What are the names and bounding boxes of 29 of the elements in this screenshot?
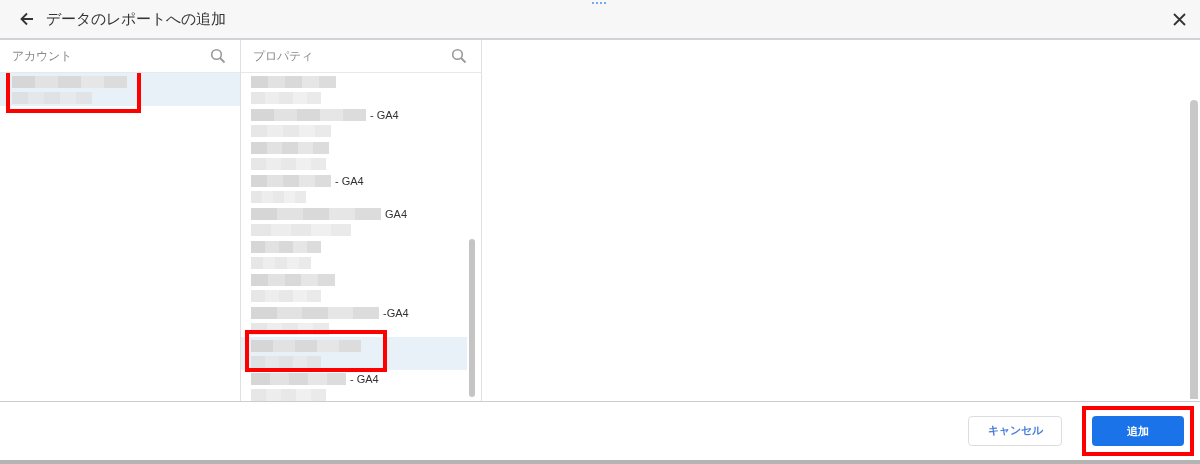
property-item[interactable]: GA4 bbox=[241, 205, 467, 238]
column-header: プロパティ bbox=[253, 47, 313, 65]
property-item[interactable]: - GA4 bbox=[241, 106, 467, 139]
property-item[interactable]: - GA4 bbox=[241, 370, 467, 401]
add-button[interactable]: 追加 bbox=[1092, 416, 1184, 446]
scrollbar[interactable] bbox=[1190, 100, 1198, 399]
redacted-text bbox=[251, 91, 321, 104]
search-icon[interactable] bbox=[210, 48, 226, 64]
property-suffix: - GA4 bbox=[335, 174, 364, 187]
redacted-text bbox=[251, 240, 321, 253]
property-item[interactable]: -GA4 bbox=[241, 304, 467, 337]
dialog-title: データのレポートへの追加 bbox=[46, 9, 227, 29]
account-item[interactable] bbox=[0, 73, 240, 106]
search-icon[interactable] bbox=[451, 48, 467, 64]
redacted-text bbox=[251, 355, 321, 368]
property-suffix: - GA4 bbox=[350, 372, 379, 385]
property-suffix: -GA4 bbox=[383, 306, 409, 319]
redacted-text bbox=[251, 256, 311, 269]
close-icon[interactable] bbox=[1173, 12, 1186, 26]
drag-handle-icon[interactable] bbox=[591, 1, 609, 5]
property-item[interactable] bbox=[241, 337, 467, 370]
cancel-button[interactable]: キャンセル bbox=[968, 416, 1062, 446]
property-suffix: GA4 bbox=[385, 207, 407, 220]
property-suffix: - GA4 bbox=[370, 108, 399, 121]
column-header: アカウント bbox=[12, 47, 72, 65]
redacted-text bbox=[251, 190, 306, 203]
property-item[interactable]: - GA4 bbox=[241, 172, 467, 205]
redacted-text bbox=[251, 289, 321, 302]
back-arrow-icon[interactable] bbox=[20, 12, 34, 26]
